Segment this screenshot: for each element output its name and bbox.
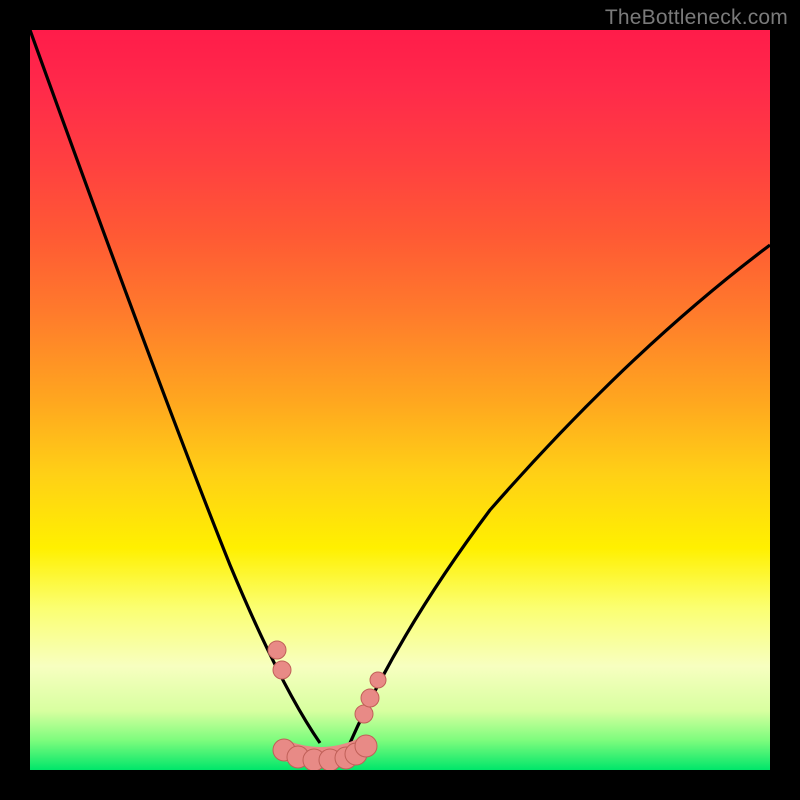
data-dot xyxy=(268,641,286,659)
chart-svg xyxy=(30,30,770,770)
left-curve xyxy=(30,30,320,743)
dots-group xyxy=(268,641,386,770)
data-dot xyxy=(361,689,379,707)
right-curve xyxy=(350,245,770,743)
data-dot xyxy=(355,705,373,723)
data-dot xyxy=(370,672,386,688)
plot-area xyxy=(30,30,770,770)
watermark-text: TheBottleneck.com xyxy=(605,6,788,30)
data-dot xyxy=(273,661,291,679)
data-dot xyxy=(355,735,377,757)
